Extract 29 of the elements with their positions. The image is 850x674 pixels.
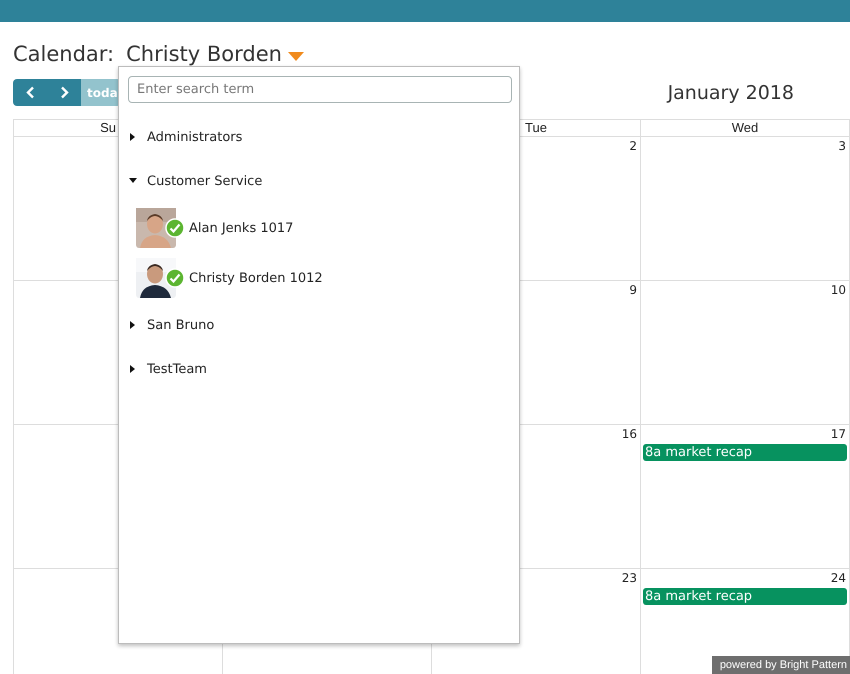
- user-item[interactable]: Christy Borden 1012: [189, 270, 323, 286]
- caret-icon: [288, 52, 304, 60]
- day-header: Wed: [732, 120, 758, 135]
- day-number: 16: [622, 427, 638, 441]
- day-number: 3: [838, 139, 847, 153]
- day-number: 9: [629, 283, 638, 297]
- tree-group-item[interactable]: TestTeam: [128, 347, 510, 391]
- day-header: Su: [100, 120, 116, 135]
- next-button[interactable]: [47, 79, 81, 106]
- calendar-event[interactable]: 8a market recap: [643, 588, 847, 605]
- powered-by-label: powered by Bright Pattern: [712, 656, 850, 674]
- tree-group-item[interactable]: Administrators: [128, 115, 510, 159]
- calendar-owner-dropdown[interactable]: Christy Borden: [126, 42, 304, 66]
- user-item[interactable]: Alan Jenks 1017: [189, 220, 294, 236]
- month-title: January 2018: [668, 82, 794, 104]
- chevron-left-icon: [26, 86, 34, 99]
- calendar-label: Calendar:: [13, 42, 114, 66]
- tree-group-item[interactable]: Customer Service: [128, 159, 510, 203]
- day-header: Tue: [525, 120, 547, 135]
- tree-group-item[interactable]: San Bruno: [128, 303, 510, 347]
- day-number: 10: [830, 283, 847, 297]
- search-field[interactable]: Enter search term: [128, 76, 512, 103]
- day-number: 23: [622, 571, 638, 585]
- calendar-event[interactable]: 8a market recap: [643, 444, 847, 461]
- previous-button[interactable]: [13, 79, 47, 106]
- chevron-right-icon: [60, 86, 68, 99]
- day-number: 24: [830, 571, 847, 585]
- day-number: 2: [629, 139, 638, 153]
- day-number: 17: [830, 427, 847, 441]
